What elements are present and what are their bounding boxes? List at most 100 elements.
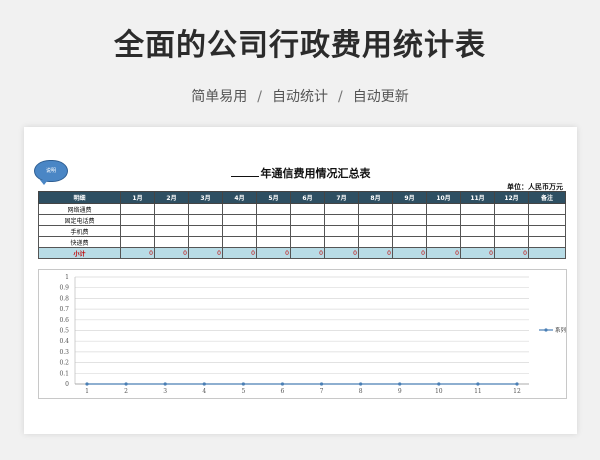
col-header: 10月 <box>426 191 461 204</box>
line-chart: 0 0.1 0.2 0.3 0.4 0.5 0.6 0.7 0.8 0.9 1 1 2 3 4 5 6 7 8 9 10… <box>38 269 567 399</box>
table-cell[interactable] <box>256 203 291 215</box>
table-cell[interactable] <box>120 214 155 226</box>
table-cell[interactable] <box>460 203 495 215</box>
subtotal-value: 0 <box>222 247 257 259</box>
table-cell[interactable] <box>222 236 257 248</box>
row-label: 网络通费 <box>38 203 121 215</box>
table-cell[interactable] <box>460 214 495 226</box>
table-cell[interactable] <box>256 214 291 226</box>
y-tick-label: 1 <box>65 274 69 281</box>
table-cell[interactable] <box>324 225 359 237</box>
table-cell[interactable] <box>528 236 566 248</box>
y-tick-label: 0.3 <box>59 349 69 356</box>
subtotal-value: 0 <box>358 247 393 259</box>
data-point <box>241 382 245 386</box>
table-cell[interactable] <box>460 236 495 248</box>
data-point <box>85 382 89 386</box>
table-cell[interactable] <box>188 203 223 215</box>
table-cell[interactable] <box>222 214 257 226</box>
table-cell[interactable] <box>528 214 566 226</box>
x-tick-label: 6 <box>281 388 285 395</box>
col-header: 7月 <box>324 191 359 204</box>
data-point <box>515 382 519 386</box>
table-cell[interactable] <box>154 225 189 237</box>
table-cell[interactable] <box>222 203 257 215</box>
table-cell[interactable] <box>426 236 461 248</box>
table-cell[interactable] <box>120 203 155 215</box>
table-cell[interactable] <box>494 203 529 215</box>
table-cell[interactable] <box>324 203 359 215</box>
table-cell[interactable] <box>494 225 529 237</box>
table-cell[interactable] <box>426 203 461 215</box>
table-cell[interactable] <box>426 214 461 226</box>
tag-auto-stat: 自动统计 <box>272 89 328 105</box>
subtotal-value: 0 <box>426 247 461 259</box>
feature-tags: 简单易用 / 自动统计 / 自动更新 <box>0 86 600 106</box>
table-cell[interactable] <box>358 225 393 237</box>
x-tick-label: 12 <box>513 388 521 395</box>
row-label: 快递费 <box>38 236 121 248</box>
table-cell[interactable] <box>154 236 189 248</box>
table-cell[interactable] <box>426 225 461 237</box>
table-row: 快递费 <box>38 236 566 248</box>
table-row: 网络通费 <box>38 203 566 215</box>
col-header: 11月 <box>460 191 495 204</box>
legend-marker <box>544 328 548 332</box>
col-header: 明细 <box>38 191 121 204</box>
y-tick-label: 0.4 <box>59 338 69 345</box>
table-cell[interactable] <box>324 236 359 248</box>
x-tick-label: 7 <box>320 388 324 395</box>
table-cell[interactable] <box>528 225 566 237</box>
table-cell[interactable] <box>290 225 325 237</box>
expense-table: 明细 1月 2月 3月 4月 5月 6月 7月 8月 9月 10月 11月 12… <box>38 191 566 259</box>
table-cell[interactable] <box>392 214 427 226</box>
table-cell[interactable] <box>188 236 223 248</box>
col-header: 备注 <box>528 191 566 204</box>
table-row: 固定电话费 <box>38 214 566 226</box>
table-cell[interactable] <box>120 236 155 248</box>
table-cell[interactable] <box>188 214 223 226</box>
row-label: 手机费 <box>38 225 121 237</box>
table-title: 年通信费用情况汇总表 <box>24 165 577 181</box>
table-cell[interactable] <box>460 225 495 237</box>
table-row: 手机费 <box>38 225 566 237</box>
table-cell[interactable] <box>222 225 257 237</box>
col-header: 2月 <box>154 191 189 204</box>
data-point <box>280 382 285 386</box>
table-cell[interactable] <box>188 225 223 237</box>
subtotal-value: 0 <box>324 247 359 259</box>
subtotal-value: 0 <box>256 247 291 259</box>
x-tick-label: 8 <box>359 388 363 395</box>
tag-separator: / <box>338 89 343 105</box>
table-cell[interactable] <box>494 236 529 248</box>
table-cell[interactable] <box>392 236 427 248</box>
table-cell[interactable] <box>290 203 325 215</box>
table-cell[interactable] <box>120 225 155 237</box>
table-cell[interactable] <box>528 203 566 215</box>
table-cell[interactable] <box>358 214 393 226</box>
subtotal-value: 0 <box>494 247 529 259</box>
table-cell[interactable] <box>290 236 325 248</box>
table-cell[interactable] <box>290 214 325 226</box>
table-cell[interactable] <box>256 236 291 248</box>
subtotal-value: 0 <box>154 247 189 259</box>
data-point <box>398 382 402 386</box>
table-title-text: 年通信费用情况汇总表 <box>260 167 371 180</box>
legend-label: 系列1 <box>555 326 566 334</box>
table-cell[interactable] <box>154 214 189 226</box>
table-cell[interactable] <box>392 225 427 237</box>
table-cell[interactable] <box>392 203 427 215</box>
subtotal-value: 0 <box>120 247 155 259</box>
table-cell[interactable] <box>256 225 291 237</box>
table-cell[interactable] <box>494 214 529 226</box>
spreadsheet-preview: 说明 年通信费用情况汇总表 单位：人民币万元 明细 1月 2月 3月 4月 5月… <box>24 127 577 434</box>
x-tick-label: 10 <box>435 388 443 395</box>
table-cell[interactable] <box>358 203 393 215</box>
x-tick-label: 9 <box>398 388 402 395</box>
data-point <box>437 382 441 386</box>
data-point <box>202 382 206 386</box>
table-cell[interactable] <box>358 236 393 248</box>
y-tick-label: 0.1 <box>59 370 69 377</box>
table-cell[interactable] <box>154 203 189 215</box>
table-cell[interactable] <box>324 214 359 226</box>
